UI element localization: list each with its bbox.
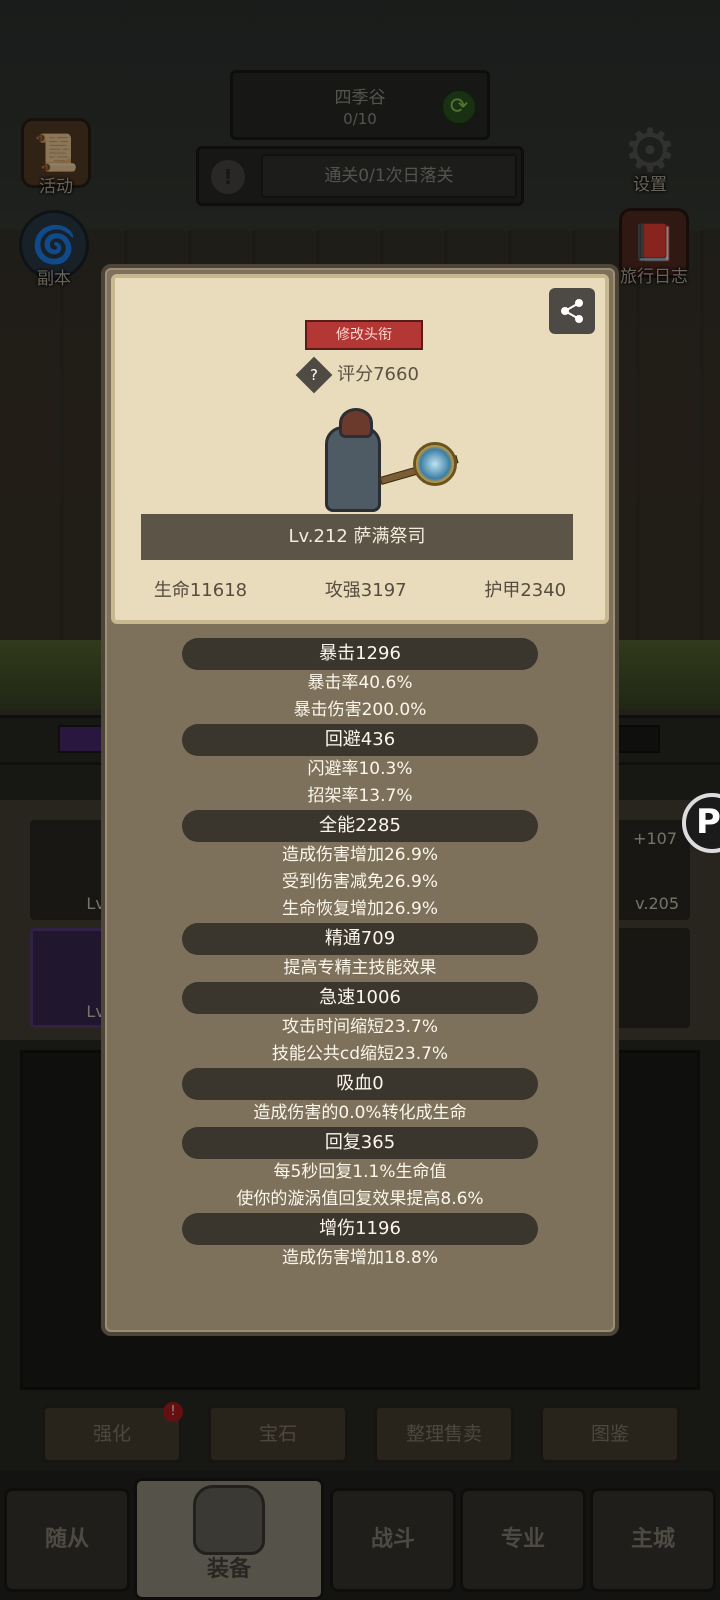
stat-header: 急速1006: [182, 982, 538, 1014]
character-sprite: [305, 408, 465, 528]
stat-line: 生命恢复增加26.9%: [281, 899, 438, 919]
stat-line: 暴击伤害200.0%: [293, 700, 427, 720]
stat-group-damage: 增伤1196 造成伤害增加18.8%: [105, 1213, 615, 1272]
stat-attack: 攻强3197: [324, 580, 407, 601]
stat-line: 闪避率10.3%: [307, 759, 413, 779]
stat-line: 提高专精主技能效果: [283, 958, 437, 978]
hero-head: [339, 408, 373, 438]
change-title-button[interactable]: 修改头衔: [305, 320, 423, 350]
stat-line: 受到伤害减免26.9%: [281, 872, 438, 892]
share-icon[interactable]: [549, 288, 595, 334]
score-row: ? 评分7660: [115, 356, 605, 394]
stat-header: 吸血0: [182, 1068, 538, 1100]
stats-list: 暴击1296 暴击率40.6% 暴击伤害200.0% 回避436 闪避率10.3…: [105, 638, 615, 1272]
character-stats-panel: 修改头衔 ? 评分7660 Lv.212 萨满祭司 生命11618 攻强3197 …: [101, 264, 619, 1336]
stat-line: 造成伤害增加26.9%: [281, 845, 438, 865]
stat-group-versatility: 全能2285 造成伤害增加26.9% 受到伤害减免26.9% 生命恢复增加26.…: [105, 810, 615, 923]
stat-header: 全能2285: [182, 810, 538, 842]
character-card: 修改头衔 ? 评分7660 Lv.212 萨满祭司 生命11618 攻强3197 …: [111, 274, 609, 624]
stat-header: 暴击1296: [182, 638, 538, 670]
stat-line: 暴击率40.6%: [307, 673, 413, 693]
stat-group-regen: 回复365 每5秒回复1.1%生命值 使你的漩涡值回复效果提高8.6%: [105, 1127, 615, 1213]
stat-hp: 生命11618: [153, 580, 248, 601]
stat-line: 每5秒回复1.1%生命值: [273, 1162, 447, 1182]
score-value: 评分7660: [337, 364, 419, 385]
stat-group-lifesteal: 吸血0 造成伤害的0.0%转化成生命: [105, 1068, 615, 1127]
main-stats: 生命11618 攻强3197 护甲2340: [115, 576, 605, 602]
character-name-bar: Lv.212 萨满祭司: [141, 514, 573, 560]
stat-group-mastery: 精通709 提高专精主技能效果: [105, 923, 615, 982]
stat-header: 精通709: [182, 923, 538, 955]
stat-group-crit: 暴击1296 暴击率40.6% 暴击伤害200.0%: [105, 638, 615, 724]
stat-group-avoid: 回避436 闪避率10.3% 招架率13.7%: [105, 724, 615, 810]
stat-line: 攻击时间缩短23.7%: [281, 1017, 438, 1037]
hero-weapon-orb: [413, 442, 457, 486]
stat-header: 增伤1196: [182, 1213, 538, 1245]
stat-line: 造成伤害的0.0%转化成生命: [253, 1103, 467, 1123]
help-icon[interactable]: ?: [295, 356, 333, 394]
hero-body: [325, 426, 381, 512]
stat-armor: 护甲2340: [484, 580, 567, 601]
stat-line: 使你的漩涡值回复效果提高8.6%: [236, 1189, 484, 1209]
stat-header: 回避436: [182, 724, 538, 756]
stat-line: 技能公共cd缩短23.7%: [271, 1044, 449, 1064]
stat-line: 招架率13.7%: [307, 786, 413, 806]
stat-group-haste: 急速1006 攻击时间缩短23.7% 技能公共cd缩短23.7%: [105, 982, 615, 1068]
stat-line: 造成伤害增加18.8%: [281, 1248, 438, 1268]
stat-header: 回复365: [182, 1127, 538, 1159]
